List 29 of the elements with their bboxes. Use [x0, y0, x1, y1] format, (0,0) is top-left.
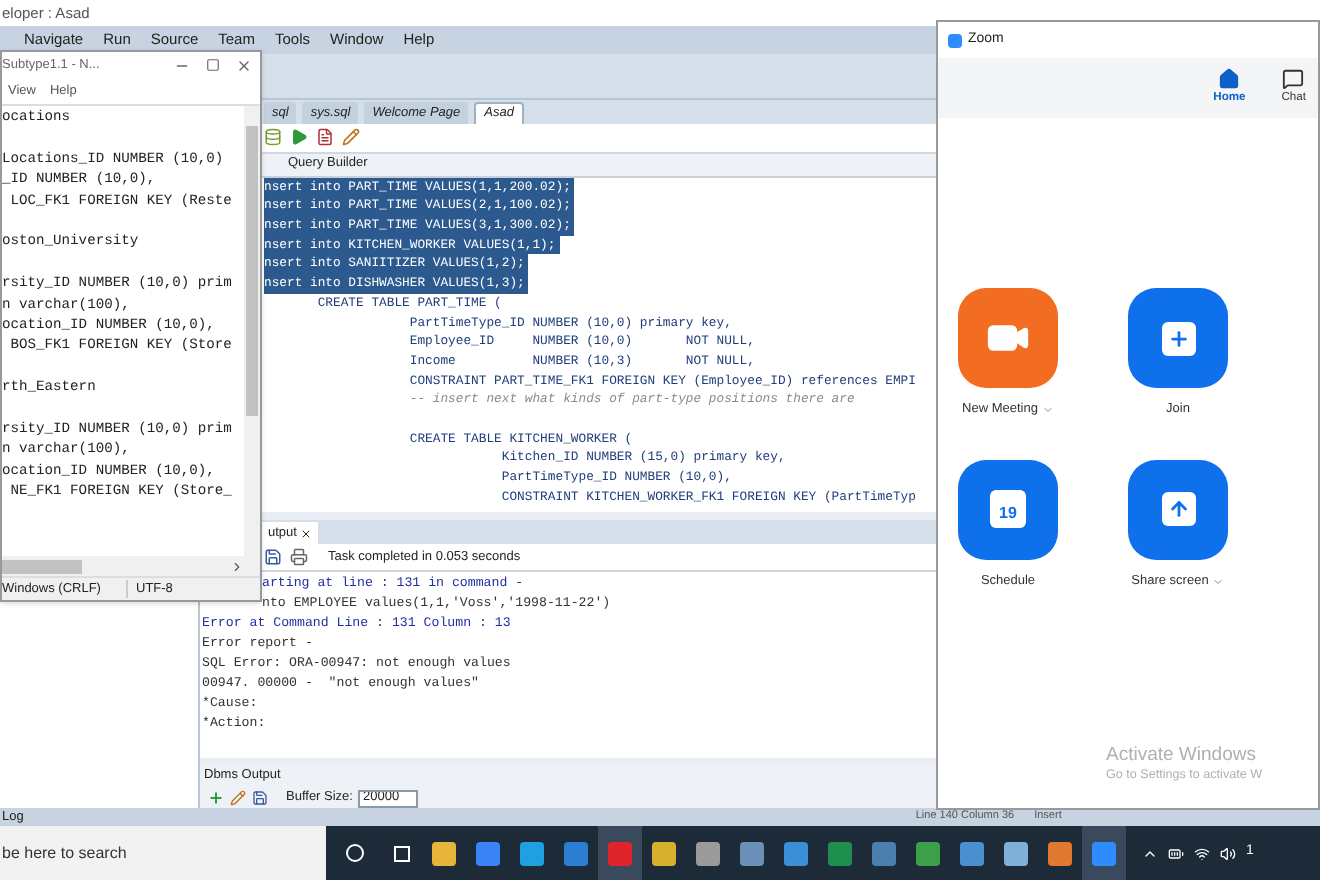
- save-icon[interactable]: [252, 790, 268, 807]
- print-icon[interactable]: [290, 548, 308, 567]
- action-button[interactable]: 19: [958, 459, 1058, 560]
- volume-icon[interactable]: [1220, 845, 1236, 861]
- document-icon[interactable]: [316, 128, 334, 147]
- chat-bubble-icon: [1282, 68, 1305, 91]
- add-icon[interactable]: [208, 790, 224, 807]
- save-icon[interactable]: [264, 548, 282, 567]
- action-button[interactable]: [1128, 288, 1228, 388]
- search-field[interactable]: be here to search: [0, 826, 326, 880]
- activation-title: Activate Windows: [1106, 744, 1258, 766]
- maximize-icon[interactable]: [206, 58, 220, 72]
- wifi-icon[interactable]: [1194, 845, 1210, 861]
- task-view-icon[interactable]: [394, 845, 410, 861]
- scroll-right-icon[interactable]: [230, 559, 244, 573]
- action-button[interactable]: [958, 288, 1058, 388]
- scrollbar[interactable]: [244, 106, 260, 556]
- close-icon[interactable]: [300, 527, 313, 540]
- zoom-logo-icon: [948, 33, 962, 47]
- pencil-icon[interactable]: [342, 128, 360, 147]
- action-button[interactable]: [1128, 459, 1228, 560]
- calendar-icon: 19: [990, 490, 1026, 529]
- run-icon[interactable]: [290, 128, 308, 147]
- pencil-icon[interactable]: [230, 790, 246, 807]
- database-icon[interactable]: [264, 128, 282, 147]
- scrollbar[interactable]: [2, 556, 260, 576]
- battery-icon[interactable]: [1168, 845, 1184, 861]
- home-icon: [1218, 68, 1241, 91]
- plus-icon: [1161, 321, 1195, 355]
